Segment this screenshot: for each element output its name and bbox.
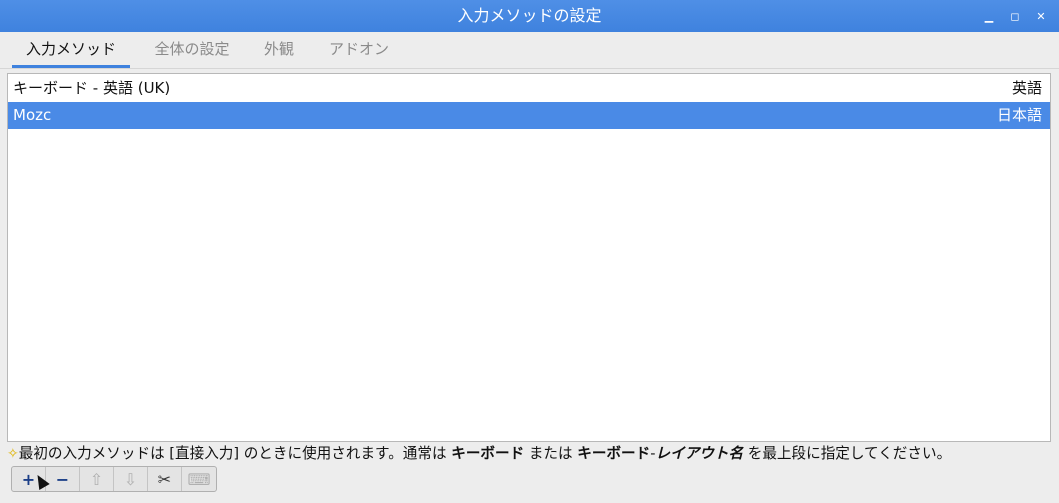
window-title: 入力メソッドの設定 <box>457 6 602 25</box>
input-method-language: 日本語 <box>996 106 1042 124</box>
minimize-icon[interactable]: ▁ <box>981 8 997 24</box>
input-method-name: キーボード - 英語 (UK) <box>13 79 171 97</box>
arrow-down-icon: ⇩ <box>123 469 138 489</box>
input-method-language: 英語 <box>1011 79 1042 97</box>
move-up-button[interactable]: ⇧ <box>80 467 114 491</box>
hint-part: または <box>524 445 578 462</box>
move-down-button[interactable]: ⇩ <box>114 467 148 491</box>
list-item[interactable]: Mozc 日本語 <box>8 102 1050 129</box>
tab-global-config[interactable]: 全体の設定 <box>146 32 238 68</box>
hint-part: を最上段に指定してください。 <box>743 445 952 462</box>
list-item[interactable]: キーボード - 英語 (UK) 英語 <box>8 75 1050 102</box>
hint-bold: キーボード <box>451 445 525 462</box>
tab-appearance[interactable]: 外観 <box>256 32 302 68</box>
minus-icon: − <box>55 469 70 489</box>
tab-addons[interactable]: アドオン <box>322 32 396 68</box>
tab-input-method[interactable]: 入力メソッド <box>12 32 130 68</box>
window-controls: ▁ ◻ ✕ <box>981 0 1049 32</box>
remove-button[interactable]: − <box>46 467 80 491</box>
hint-part: 最初の入力メソッドは [直接入力] のときに使用されます。通常は <box>18 445 452 462</box>
maximize-icon[interactable]: ◻ <box>1007 8 1023 24</box>
keyboard-layout-button[interactable]: ⌨ <box>182 467 216 491</box>
keyboard-icon: ⌨ <box>187 469 211 489</box>
input-method-list[interactable]: キーボード - 英語 (UK) 英語 Mozc 日本語 <box>7 73 1051 442</box>
hint-bold: キーボード <box>577 445 651 462</box>
arrow-up-icon: ⇧ <box>89 469 104 489</box>
window-titlebar[interactable]: 入力メソッドの設定 ▁ ◻ ✕ <box>0 0 1059 32</box>
hint-text: ✧最初の入力メソッドは [直接入力] のときに使用されます。通常は キーボード … <box>7 444 951 464</box>
close-icon[interactable]: ✕ <box>1033 8 1049 24</box>
tools-icon: ✂ <box>157 469 172 489</box>
hint-italic: レイアウト名 <box>655 445 744 462</box>
star-icon: ✧ <box>7 446 19 462</box>
input-method-name: Mozc <box>13 106 52 124</box>
configure-button[interactable]: ✂ <box>148 467 182 491</box>
tab-bar: 入力メソッド 全体の設定 外観 アドオン <box>0 32 1059 69</box>
